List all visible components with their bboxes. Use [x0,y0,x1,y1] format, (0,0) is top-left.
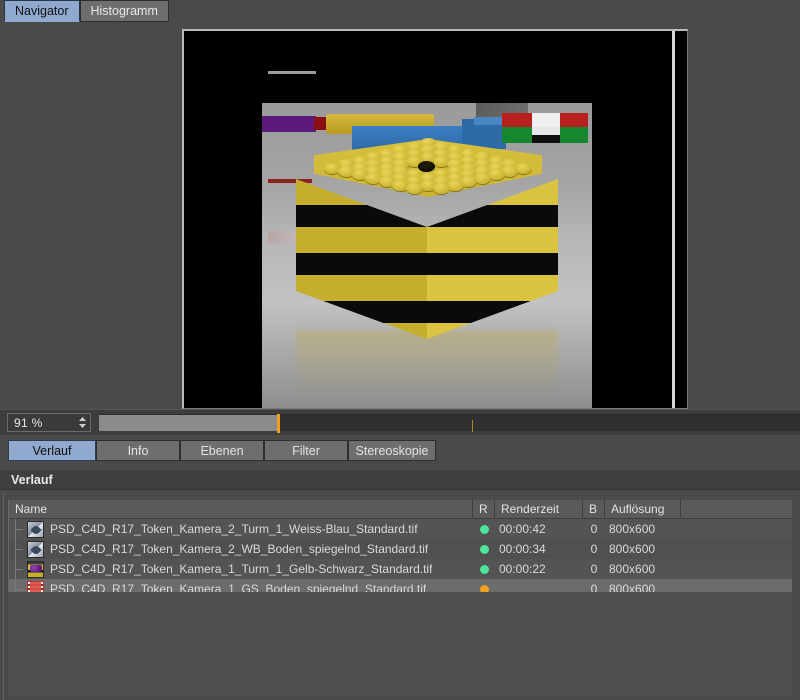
row-renderzeit: 00:00:42 [499,522,546,536]
row-aufloesung: 800x600 [609,562,656,576]
row-b-value: 0 [590,562,598,576]
row-status-cell [473,564,495,574]
column-header-b[interactable]: B [583,500,605,518]
picture-viewer-window: Navigator Histogramm 91 % Verlauf Info E… [0,0,800,700]
row-name-cell: PSD_C4D_R17_Token_Kamera_1_Turm_1_Gelb-S… [9,559,473,579]
preview-pane [0,24,800,409]
thumbnail-white-blue[interactable] [27,520,44,538]
row-status-cell [473,524,495,534]
tree-connector-icon [9,559,27,579]
history-panel: Verlauf Name R Renderzeit B Auflösung PS… [0,470,800,700]
lego-stud [405,183,423,195]
row-renderzeit: 00:00:34 [499,542,546,556]
tower-face-right [427,179,558,339]
bottom-tab-bar: Verlauf Info Ebenen Filter Stereoskopie [0,440,800,468]
image-right-white-line [672,31,675,408]
table-row[interactable]: PSD_C4D_R17_Token_Kamera_1_Turm_1_Gelb-S… [9,559,792,579]
tab-filter[interactable]: Filter [264,440,348,461]
column-header-spacer [681,500,792,518]
history-table-header: Name R Renderzeit B Auflösung [9,500,792,519]
tree-connector-icon [9,519,27,539]
tab-ebenen[interactable]: Ebenen [180,440,264,461]
zoom-slider-handle[interactable] [277,414,280,433]
zoom-input[interactable]: 91 % [7,413,91,432]
row-aufloesung: 800x600 [609,542,656,556]
backdrop-upper-black [262,31,592,103]
thumbnail-white-blue[interactable] [27,540,44,558]
tree-connector-icon [9,539,27,559]
history-table: Name R Renderzeit B Auflösung PSD_C4D_R1… [8,500,792,599]
row-b-value: 0 [590,522,598,536]
column-header-aufloesung[interactable]: Auflösung [605,500,681,518]
tab-info[interactable]: Info [96,440,180,461]
tab-verlauf[interactable]: Verlauf [8,440,96,461]
history-panel-title: Verlauf [0,470,800,490]
stepper-up-down-icon[interactable] [78,416,87,429]
row-name-cell: PSD_C4D_R17_Token_Kamera_2_Turm_1_Weiss-… [9,519,473,539]
row-renderzeit: 00:00:22 [499,562,546,576]
grey-strip-decor [268,71,316,74]
file-name-label: PSD_C4D_R17_Token_Kamera_1_Turm_1_Gelb-S… [50,562,433,576]
zoom-toolbar: 91 % [0,409,800,435]
column-header-r[interactable]: R [473,500,495,518]
background-purple-brick [262,116,316,132]
zoom-slider[interactable] [99,414,800,433]
row-name-cell: PSD_C4D_R17_Token_Kamera_2_WB_Boden_spie… [9,539,473,559]
status-dot-icon [479,544,489,554]
status-dot-icon [479,524,489,534]
rendered-image[interactable] [184,31,687,408]
status-dot-icon [479,564,489,574]
tab-histogramm[interactable]: Histogramm [79,0,169,22]
render-image-frame[interactable] [182,29,688,409]
top-tab-bar: Navigator Histogramm [0,0,800,24]
tab-navigator[interactable]: Navigator [4,0,80,22]
column-header-name[interactable]: Name [9,500,473,518]
zoom-value-label: 91 % [14,415,43,430]
row-status-cell [473,544,495,554]
history-empty-area [8,592,792,697]
row-b-value: 0 [590,542,598,556]
tower-face-left [296,179,427,339]
zoom-slider-fill [99,415,277,431]
thumbnail-yellow-black[interactable] [27,560,44,578]
table-row[interactable]: PSD_C4D_R17_Token_Kamera_2_WB_Boden_spie… [9,539,792,559]
tower-center-hole [418,161,435,172]
column-header-renderzeit[interactable]: Renderzeit [495,500,583,518]
panel-left-divider [3,492,4,700]
lego-tower [296,138,558,354]
lego-stud [433,183,451,195]
background-blue-studs [474,117,504,125]
file-name-label: PSD_C4D_R17_Token_Kamera_2_Turm_1_Weiss-… [50,522,418,536]
tab-stereoskopie[interactable]: Stereoskopie [348,440,436,461]
row-aufloesung: 800x600 [609,522,656,536]
zoom-slider-tick [472,420,473,432]
table-row[interactable]: PSD_C4D_R17_Token_Kamera_2_Turm_1_Weiss-… [9,519,792,539]
file-name-label: PSD_C4D_R17_Token_Kamera_2_WB_Boden_spie… [50,542,429,556]
